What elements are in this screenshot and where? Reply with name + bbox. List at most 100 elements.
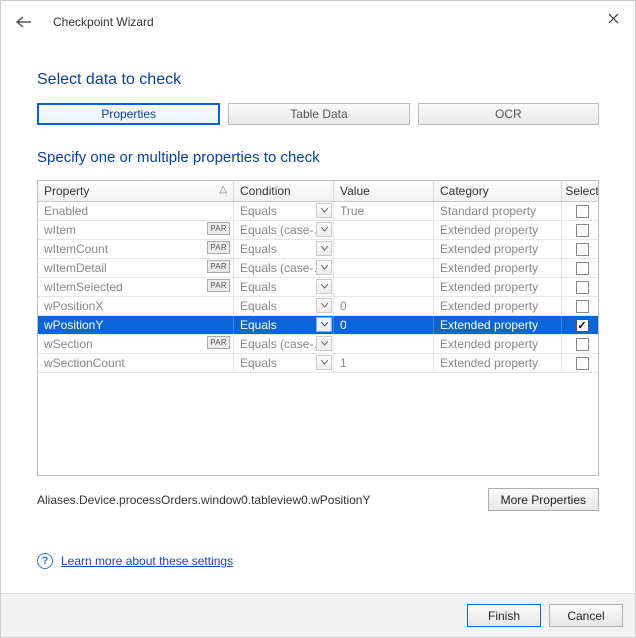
tab-properties[interactable]: Properties — [37, 103, 220, 125]
condition-cell[interactable]: Equals — [234, 202, 334, 220]
object-path: Aliases.Device.processOrders.window0.tab… — [37, 493, 370, 507]
section-title: Select data to check — [37, 71, 599, 89]
checkbox[interactable] — [576, 224, 589, 237]
table-row[interactable]: wItemPAREquals (case-… Extended property — [38, 221, 598, 240]
property-cell: wItemPAR — [38, 221, 234, 239]
select-cell[interactable] — [562, 221, 599, 239]
value-cell[interactable] — [334, 278, 434, 296]
tabs-row: Properties Table Data OCR — [37, 103, 599, 125]
table-row[interactable]: EnabledEqualsTrueStandard property — [38, 202, 598, 221]
more-properties-button[interactable]: More Properties — [488, 488, 599, 511]
close-button[interactable] — [599, 7, 627, 29]
property-cell: wSectionPAR — [38, 335, 234, 353]
condition-cell[interactable]: Equals — [234, 297, 334, 315]
wizard-title: Checkpoint Wizard — [53, 15, 154, 29]
property-cell: wItemCountPAR — [38, 240, 234, 258]
chevron-down-icon[interactable] — [316, 317, 332, 332]
value-cell[interactable]: True — [334, 202, 434, 220]
checkbox[interactable] — [576, 357, 589, 370]
properties-grid: Property △ Condition Value Category Sele… — [37, 180, 599, 476]
select-cell[interactable] — [562, 335, 599, 353]
col-condition[interactable]: Condition — [234, 181, 334, 201]
tab-table-data[interactable]: Table Data — [228, 103, 409, 125]
category-cell: Extended property — [434, 335, 562, 353]
cancel-button[interactable]: Cancel — [549, 604, 623, 627]
condition-cell[interactable]: Equals (case-… — [234, 259, 334, 277]
par-badge: PAR — [207, 222, 230, 235]
checkbox[interactable] — [576, 338, 589, 351]
table-row[interactable]: wItemDetailPAREquals (case-… Extended pro… — [38, 259, 598, 278]
table-row[interactable]: wItemCountPAREqualsExtended property — [38, 240, 598, 259]
category-cell: Extended property — [434, 259, 562, 277]
learn-more-link[interactable]: Learn more about these settings — [61, 554, 233, 568]
chevron-down-icon[interactable] — [316, 241, 332, 256]
property-cell: wPositionX — [38, 297, 234, 315]
col-property[interactable]: Property △ — [38, 181, 234, 201]
chevron-down-icon[interactable] — [316, 298, 332, 313]
condition-cell[interactable]: Equals — [234, 316, 334, 334]
value-cell[interactable] — [334, 240, 434, 258]
chevron-down-icon[interactable] — [316, 336, 332, 351]
par-badge: PAR — [207, 336, 230, 349]
condition-cell[interactable]: Equals — [234, 354, 334, 372]
checkbox[interactable] — [576, 205, 589, 218]
value-cell[interactable] — [334, 259, 434, 277]
chevron-down-icon[interactable] — [316, 279, 332, 294]
table-row[interactable]: wItemSelectedPAREquals Extended property — [38, 278, 598, 297]
checkbox[interactable] — [576, 243, 589, 256]
condition-cell[interactable]: Equals — [234, 240, 334, 258]
value-cell[interactable]: 0 — [334, 316, 434, 334]
checkbox[interactable] — [576, 281, 589, 294]
grid-header-row: Property △ Condition Value Category Sele… — [38, 181, 598, 202]
condition-cell[interactable]: Equals — [234, 278, 334, 296]
checkbox[interactable]: ✓ — [576, 319, 589, 332]
chevron-down-icon[interactable] — [316, 355, 332, 370]
category-cell: Extended property — [434, 297, 562, 315]
table-row[interactable]: wPositionXEquals0Extended property — [38, 297, 598, 316]
value-cell[interactable] — [334, 335, 434, 353]
sort-ascending-icon: △ — [219, 184, 227, 195]
condition-cell[interactable]: Equals (case-… — [234, 221, 334, 239]
table-row[interactable]: wPositionYEquals0Extended property ✓ — [38, 316, 598, 335]
finish-button[interactable]: Finish — [467, 604, 541, 627]
condition-cell[interactable]: Equals (case-… — [234, 335, 334, 353]
back-button[interactable] — [13, 11, 35, 33]
col-select[interactable]: Select — [562, 181, 599, 201]
subheading: Specify one or multiple properties to ch… — [37, 149, 599, 166]
category-cell: Extended property — [434, 278, 562, 296]
par-badge: PAR — [207, 279, 230, 292]
checkbox[interactable] — [576, 300, 589, 313]
property-cell: Enabled — [38, 202, 234, 220]
chevron-down-icon[interactable] — [316, 222, 332, 237]
col-category[interactable]: Category — [434, 181, 562, 201]
property-cell: wPositionY — [38, 316, 234, 334]
select-cell[interactable] — [562, 297, 599, 315]
button-bar: Finish Cancel — [1, 593, 635, 637]
col-value[interactable]: Value — [334, 181, 434, 201]
category-cell: Extended property — [434, 221, 562, 239]
chevron-down-icon[interactable] — [316, 203, 332, 218]
par-badge: PAR — [207, 260, 230, 273]
category-cell: Standard property — [434, 202, 562, 220]
tab-ocr[interactable]: OCR — [418, 103, 599, 125]
property-cell: wSectionCount — [38, 354, 234, 372]
chevron-down-icon[interactable] — [316, 260, 332, 275]
select-cell[interactable] — [562, 240, 599, 258]
property-cell: wItemDetailPAR — [38, 259, 234, 277]
select-cell[interactable] — [562, 202, 599, 220]
select-cell[interactable] — [562, 259, 599, 277]
table-row[interactable]: wSectionCountEquals1Extended property — [38, 354, 598, 373]
value-cell[interactable]: 0 — [334, 297, 434, 315]
property-cell: wItemSelectedPAR — [38, 278, 234, 296]
category-cell: Extended property — [434, 354, 562, 372]
select-cell[interactable] — [562, 278, 599, 296]
value-cell[interactable] — [334, 221, 434, 239]
category-cell: Extended property — [434, 316, 562, 334]
table-row[interactable]: wSectionPAREquals (case-… Extended proper… — [38, 335, 598, 354]
select-cell[interactable]: ✓ — [562, 316, 599, 334]
value-cell[interactable]: 1 — [334, 354, 434, 372]
select-cell[interactable] — [562, 354, 599, 372]
checkbox[interactable] — [576, 262, 589, 275]
col-property-label: Property — [44, 184, 89, 198]
help-icon: ? — [37, 553, 53, 569]
